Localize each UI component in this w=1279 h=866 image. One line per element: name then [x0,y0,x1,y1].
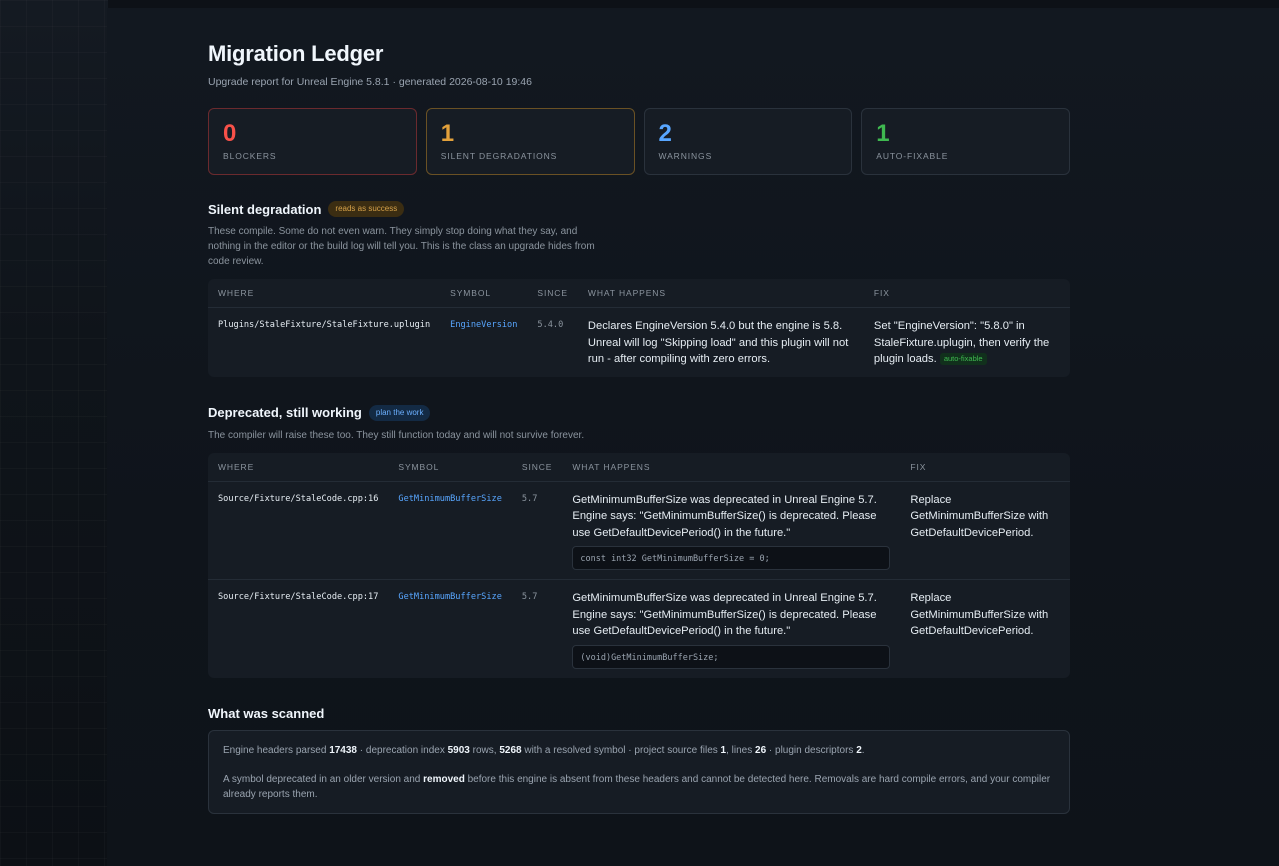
cell-symbol-link[interactable]: GetMinimumBufferSize [388,579,512,678]
scan-text: rows, [469,744,500,756]
cell-what-happens: Declares EngineVersion 5.4.0 but the eng… [587,320,849,365]
column-header-since: SINCE [511,453,563,482]
page-title: Migration Ledger [208,41,384,66]
page-subtitle: Upgrade report for Unreal Engine 5.8.1 ·… [208,76,532,88]
scan-text: Engine headers parsed [223,744,330,756]
summary-label: WARNINGS [658,151,713,161]
scan-index-rows-count: 5903 [447,744,470,756]
column-header-symbol: SYMBOL [440,279,528,308]
section-title: What was scanned [208,705,325,721]
table-header-row: WHERE SYMBOL SINCE WHAT HAPPENS FIX [208,279,1070,308]
column-header-fix: FIX [863,279,1070,308]
section-title: Silent degradation [208,201,322,217]
scan-text: · plugin descriptors [766,744,857,756]
section-header: Silent degradation reads as success [208,201,1070,217]
cell-what-happens: GetMinimumBufferSize was deprecated in U… [562,482,900,580]
section-title: Deprecated, still working [208,405,362,420]
section-deprecated: Deprecated, still working plan the work … [208,404,1070,678]
column-header-what-happens: WHAT HAPPENS [577,279,864,308]
column-header-where: WHERE [208,279,441,308]
section-silent-degradation: Silent degradation reads as success Thes… [208,201,1070,377]
summary-value: 1 [876,120,890,147]
scan-text: , lines [726,744,756,756]
section-header: Deprecated, still working plan the work [208,404,1070,421]
scan-text: A symbol deprecated in an older version … [223,773,424,785]
report-content: Migration Ledger Upgrade report for Unre… [208,8,1070,814]
code-snippet: const int32 GetMinimumBufferSize = 0; [572,546,891,570]
summary-value: 1 [440,120,455,147]
summary-card-warnings: 2 WARNINGS [643,108,853,175]
section-description: The compiler will raise these too. They … [208,429,585,441]
summary-label: SILENT DEGRADATIONS [440,151,558,161]
cell-fix: Set "EngineVersion": "5.8.0" in StaleFix… [864,308,1070,377]
summary-card-auto-fixable: 1 AUTO-FIXABLE [861,108,1070,175]
summary-cards: 0 BLOCKERS 1 SILENT DEGRADATIONS 2 WARNI… [208,108,1070,175]
scan-stats-line: Engine headers parsed 17438 · deprecatio… [223,743,1055,758]
summary-value: 0 [223,120,237,147]
scan-summary-box: Engine headers parsed 17438 · deprecatio… [208,729,1070,814]
column-header-symbol: SYMBOL [388,453,512,482]
summary-value: 2 [658,120,672,147]
status-badge: plan the work [368,404,431,421]
scan-emphasis: removed [423,773,465,785]
scan-text: with a resolved symbol · project source … [521,744,721,756]
report-page: Migration Ledger Upgrade report for Unre… [107,8,1279,866]
table-row: Source/Fixture/StaleCode.cpp:17 GetMinim… [208,579,1070,678]
cell-where: Source/Fixture/StaleCode.cpp:17 [208,579,389,678]
section-description: These compile. Some do not even warn. Th… [208,226,595,267]
code-snippet: (void)GetMinimumBufferSize; [572,644,891,669]
scan-note-line: A symbol deprecated in an older version … [223,772,1055,802]
table-row: Plugins/StaleFixture/StaleFixture.uplugi… [208,308,1070,377]
table-row: Source/Fixture/StaleCode.cpp:16 GetMinim… [208,482,1070,580]
summary-card-blockers: 0 BLOCKERS [208,108,417,175]
cell-since: 5.4.0 [537,320,564,330]
auto-fixable-badge: auto-fixable [939,353,987,365]
scan-text: · deprecation index [357,744,448,756]
background-grid [0,0,108,866]
cell-where: Plugins/StaleFixture/StaleFixture.uplugi… [218,320,431,330]
what-happens-text: GetMinimumBufferSize was deprecated in U… [572,493,877,539]
summary-label: BLOCKERS [223,151,277,161]
status-badge: reads as success [328,201,405,217]
scan-lines-count: 26 [755,744,767,756]
silent-degradation-table: WHERE SYMBOL SINCE WHAT HAPPENS FIX Plug… [208,279,1070,377]
cell-fix: Replace GetMinimumBufferSize with GetDef… [900,579,1070,678]
table-header-row: WHERE SYMBOL SINCE WHAT HAPPENS FIX [208,453,1070,482]
cell-fix: Replace GetMinimumBufferSize with GetDef… [910,493,1049,539]
deprecated-table: WHERE SYMBOL SINCE WHAT HAPPENS FIX Sour… [208,452,1070,678]
column-header-fix: FIX [900,453,1070,482]
what-happens-text: GetMinimumBufferSize was deprecated in U… [572,592,877,637]
column-header-since: SINCE [527,279,578,308]
scan-resolved-count: 5268 [499,744,522,756]
scan-headers-count: 17438 [329,744,357,756]
cell-where: Source/Fixture/StaleCode.cpp:16 [218,493,379,504]
cell-since: 5.7 [521,493,538,504]
cell-since: 5.7 [511,579,563,678]
column-header-where: WHERE [208,453,389,482]
cell-symbol-link[interactable]: EngineVersion [440,308,527,377]
scan-text: . [861,744,865,756]
summary-label: AUTO-FIXABLE [876,151,949,161]
cell-what-happens: GetMinimumBufferSize was deprecated in U… [562,579,901,678]
column-header-what-happens: WHAT HAPPENS [562,453,901,482]
section-what-was-scanned: What was scanned Engine headers parsed 1… [208,706,1070,814]
cell-symbol-link[interactable]: GetMinimumBufferSize [388,482,511,580]
summary-card-silent-degradations: 1 SILENT DEGRADATIONS [425,108,635,175]
